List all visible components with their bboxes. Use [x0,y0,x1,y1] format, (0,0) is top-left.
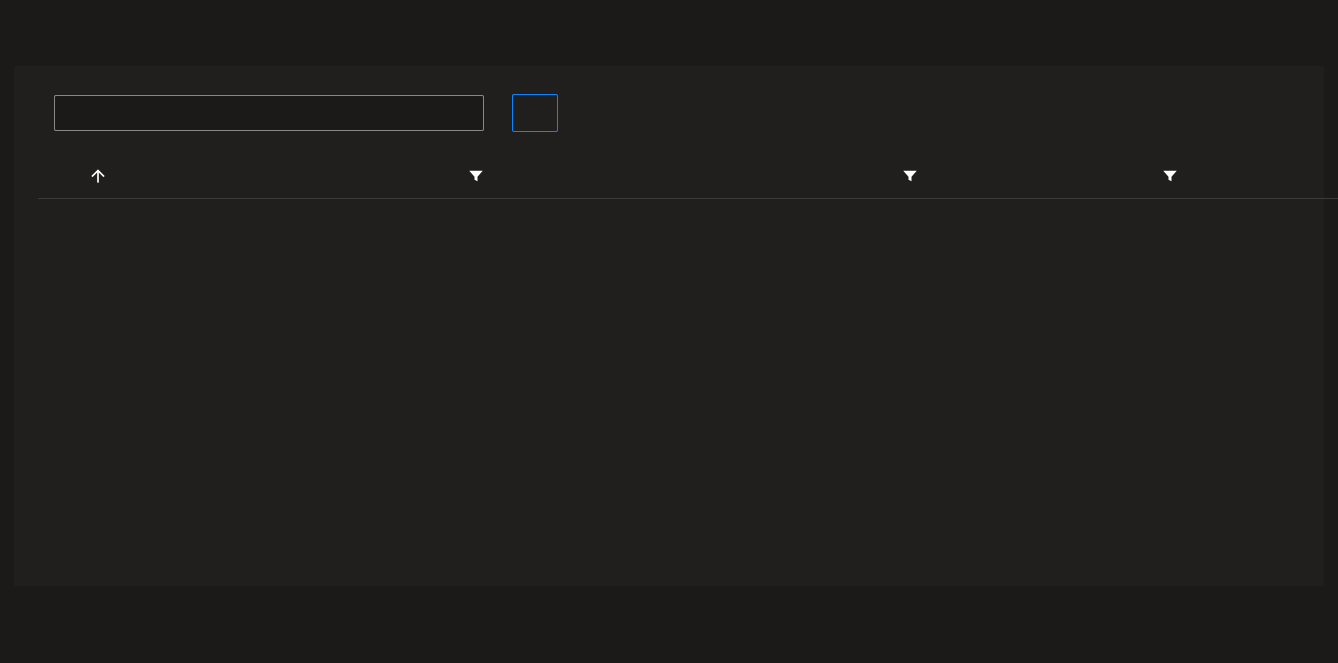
col-header-fault-domain[interactable] [928,156,1188,199]
toolbar [54,94,1300,132]
reset-all-button[interactable] [512,94,558,132]
filter-icon[interactable] [466,166,486,186]
filter-icon[interactable] [1160,166,1180,186]
content-panel [14,66,1324,586]
col-header-address[interactable] [238,156,378,199]
col-header-name[interactable] [38,156,238,199]
col-header-upgrade-domain[interactable] [618,156,928,199]
tab-bar [14,32,1324,44]
filter-icon[interactable] [900,166,920,186]
nodes-table [38,156,1338,199]
col-header-node-type[interactable] [378,156,618,199]
sort-asc-icon[interactable] [88,166,108,186]
col-header-is-seed[interactable] [1188,156,1338,199]
search-input[interactable] [54,95,484,131]
